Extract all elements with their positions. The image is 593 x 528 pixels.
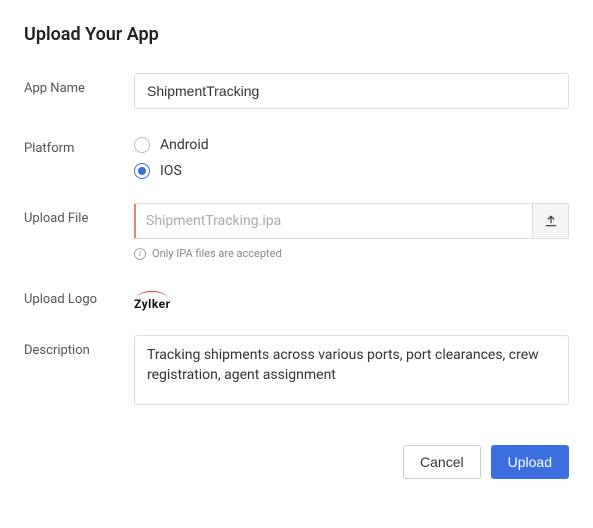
cancel-button[interactable]: Cancel bbox=[403, 445, 481, 479]
radio-icon-checked bbox=[134, 163, 150, 179]
label-description: Description bbox=[24, 335, 134, 358]
file-hint-text: Only IPA files are accepted bbox=[152, 247, 282, 260]
app-name-input[interactable] bbox=[134, 73, 569, 109]
logo-preview[interactable]: Zylker bbox=[134, 289, 171, 311]
description-textarea[interactable] bbox=[134, 335, 569, 405]
file-browse-button[interactable] bbox=[533, 203, 569, 239]
row-app-name: App Name bbox=[24, 73, 569, 109]
row-description: Description bbox=[24, 335, 569, 409]
radio-label-ios: IOS bbox=[160, 163, 182, 179]
file-input[interactable]: ShipmentTracking.ipa bbox=[134, 203, 533, 239]
row-upload-logo: Upload Logo Zylker bbox=[24, 284, 569, 311]
info-icon: i bbox=[134, 248, 146, 260]
upload-button[interactable]: Upload bbox=[491, 445, 569, 479]
upload-icon bbox=[544, 214, 558, 228]
page-title: Upload Your App bbox=[24, 24, 569, 45]
radio-android[interactable]: Android bbox=[134, 137, 569, 153]
label-upload-file: Upload File bbox=[24, 203, 134, 226]
file-hint: i Only IPA files are accepted bbox=[134, 247, 569, 260]
radio-ios[interactable]: IOS bbox=[134, 163, 569, 179]
row-platform: Platform Android IOS bbox=[24, 133, 569, 179]
label-app-name: App Name bbox=[24, 73, 134, 96]
logo-text: Zylker bbox=[134, 297, 171, 311]
radio-icon bbox=[134, 137, 150, 153]
row-upload-file: Upload File ShipmentTracking.ipa i Only … bbox=[24, 203, 569, 260]
label-upload-logo: Upload Logo bbox=[24, 284, 134, 307]
label-platform: Platform bbox=[24, 133, 134, 156]
radio-label-android: Android bbox=[160, 137, 209, 153]
action-bar: Cancel Upload bbox=[24, 445, 569, 479]
